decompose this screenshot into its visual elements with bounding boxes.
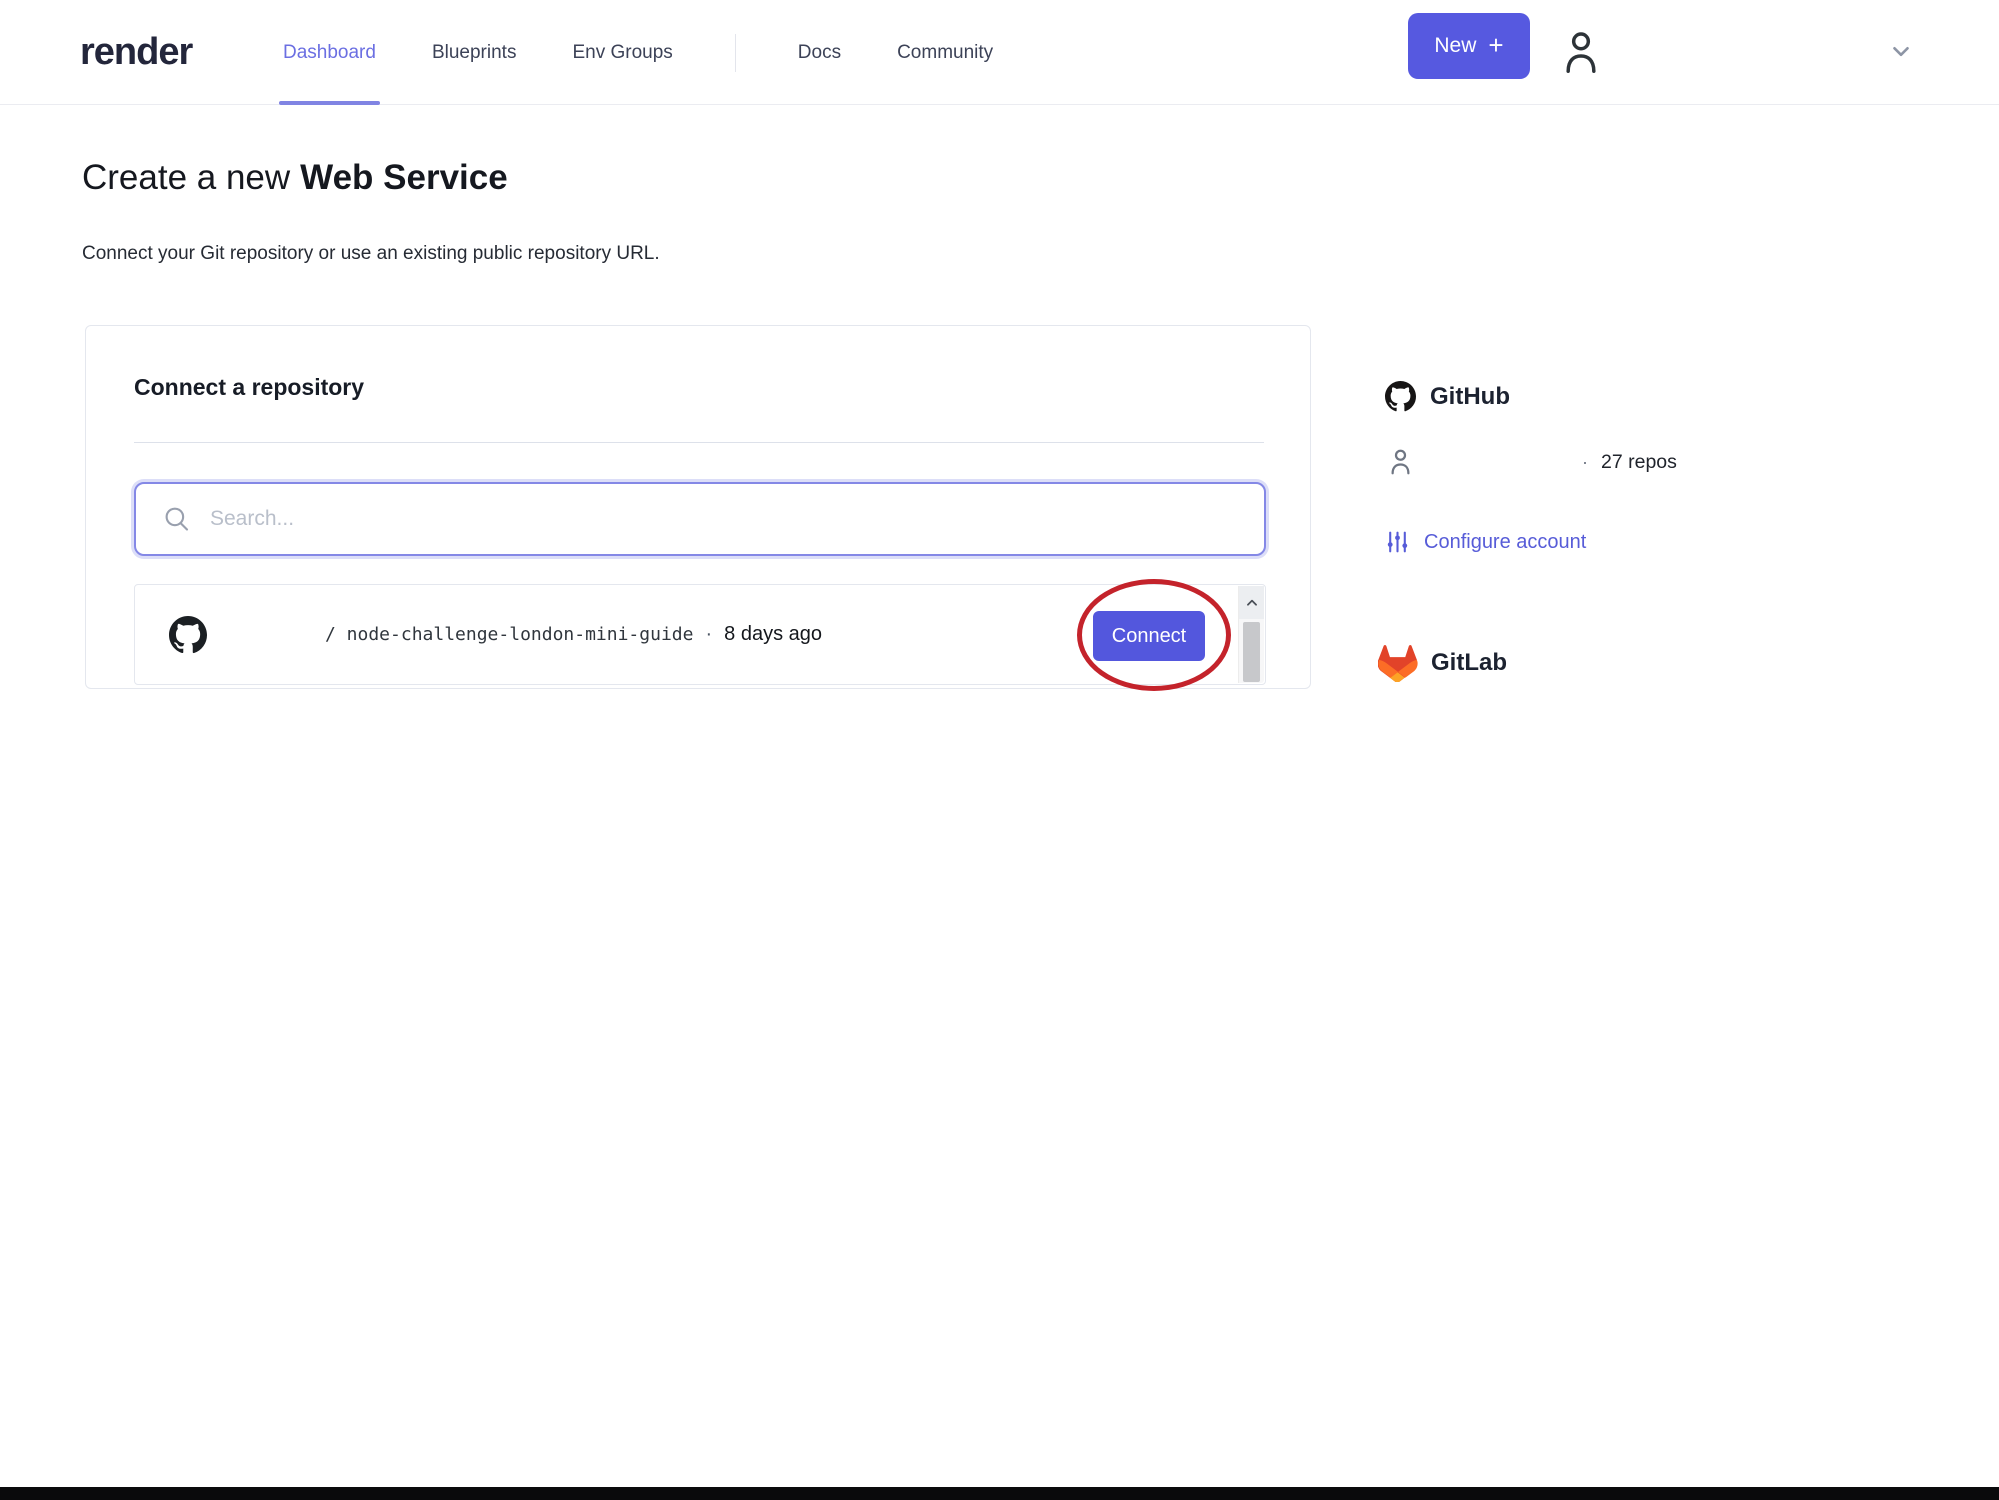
user-account-icon[interactable] xyxy=(1556,20,1606,84)
nav-item-env-groups[interactable]: Env Groups xyxy=(572,0,672,105)
github-icon xyxy=(169,615,207,654)
nav-item-label: Dashboard xyxy=(283,41,376,63)
nav-item-blueprints[interactable]: Blueprints xyxy=(432,0,517,105)
page-title-regular: Create a new xyxy=(82,158,291,197)
page-title-bold: Web Service xyxy=(300,158,508,197)
top-nav: render Dashboard Blueprints Env Groups D… xyxy=(0,0,1999,105)
scroll-up-icon[interactable] xyxy=(1239,586,1264,619)
connect-button[interactable]: Connect xyxy=(1093,611,1205,661)
page: render Dashboard Blueprints Env Groups D… xyxy=(0,0,1999,1500)
screenshot-bottom-bar xyxy=(0,1487,1999,1500)
plus-icon: + xyxy=(1488,29,1504,60)
github-account-row: · 27 repos xyxy=(1387,447,1677,477)
gitlab-title: GitLab xyxy=(1431,649,1507,676)
nav-divider xyxy=(734,33,736,72)
repo-owner-redacted xyxy=(207,625,325,645)
configure-account-link[interactable]: Configure account xyxy=(1385,528,1586,556)
repo-list: / node-challenge-london-mini-guide · 8 d… xyxy=(134,584,1266,685)
github-title: GitHub xyxy=(1430,382,1510,410)
repo-search-box xyxy=(134,482,1266,556)
sliders-icon xyxy=(1385,528,1410,556)
card-heading: Connect a repository xyxy=(134,374,365,400)
nav-item-community[interactable]: Community xyxy=(897,0,993,105)
nav-item-label: Env Groups xyxy=(572,41,673,63)
page-title: Create a new Web Service xyxy=(82,158,508,198)
page-subtitle: Connect your Git repository or use an ex… xyxy=(82,243,660,264)
connect-repository-card: Connect a repository / node-challenge-lo xyxy=(85,325,1311,691)
repo-separator: · xyxy=(705,623,713,645)
new-button[interactable]: New + xyxy=(1408,13,1530,79)
nav-item-label: Blueprints xyxy=(431,41,517,63)
github-icon xyxy=(1385,381,1416,412)
repo-updated: 8 days ago xyxy=(724,623,822,645)
repo-count: 27 repos xyxy=(1601,450,1677,473)
gitlab-icon xyxy=(1378,644,1418,682)
account-user-icon xyxy=(1387,447,1414,477)
configure-account-label: Configure account xyxy=(1424,530,1587,553)
chevron-down-icon[interactable] xyxy=(1884,34,1918,68)
repo-list-scrollbar[interactable] xyxy=(1238,586,1264,683)
nav-links: Dashboard Blueprints Env Groups Docs Com… xyxy=(279,0,993,105)
search-input[interactable] xyxy=(192,484,1264,554)
render-logo[interactable]: render xyxy=(80,0,193,105)
nav-item-docs[interactable]: Docs xyxy=(798,0,841,105)
gitlab-provider-header: GitLab xyxy=(1378,644,1507,682)
card-divider xyxy=(134,442,1264,443)
repo-path: / node-challenge-london-mini-guide xyxy=(325,624,694,645)
nav-item-label: Docs xyxy=(797,41,842,63)
account-name-redacted xyxy=(1414,453,1582,471)
nav-item-label: Community xyxy=(897,41,994,63)
github-provider-header: GitHub xyxy=(1385,381,1510,412)
search-icon xyxy=(162,504,192,534)
repo-row[interactable]: / node-challenge-london-mini-guide · 8 d… xyxy=(135,585,1238,684)
scrollbar-thumb[interactable] xyxy=(1243,622,1260,682)
new-button-label: New xyxy=(1434,34,1477,57)
account-separator: · xyxy=(1582,451,1588,472)
nav-item-dashboard[interactable]: Dashboard xyxy=(279,0,380,105)
